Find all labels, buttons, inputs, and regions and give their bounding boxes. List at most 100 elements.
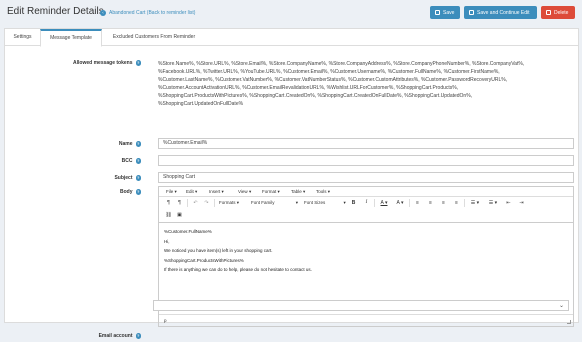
font-sizes-label: Font Sizes bbox=[304, 200, 326, 205]
tab-message-template[interactable]: Message Template bbox=[40, 29, 102, 47]
back-link[interactable]: ‹ Abandoned Cart (Back to reminder list) bbox=[100, 9, 196, 16]
numbered-list-icon[interactable]: ☰ ▾ bbox=[486, 198, 500, 208]
menu-table[interactable]: Table ▾ bbox=[291, 187, 305, 197]
link-icon[interactable]: ⛓ bbox=[164, 210, 173, 220]
bullet-list-icon[interactable]: ☰ ▾ bbox=[468, 198, 482, 208]
outdent-icon[interactable]: ⇤ bbox=[504, 198, 513, 208]
bcc-label-text: BCC bbox=[121, 158, 133, 164]
allowed-tokens-list: %Store.Name%, %Store.URL%, %Store.Email%… bbox=[158, 60, 576, 108]
toolbar-separator bbox=[214, 199, 215, 207]
page-title: Edit Reminder Details bbox=[7, 6, 104, 17]
menu-view[interactable]: View ▾ bbox=[238, 187, 251, 197]
bcc-field[interactable] bbox=[158, 155, 574, 166]
content-line: %Customer.FullName% bbox=[164, 229, 212, 234]
tab-settings[interactable]: Settings bbox=[8, 29, 37, 46]
align-right-icon[interactable]: ≡ bbox=[439, 198, 448, 208]
menu-table-label: Table bbox=[291, 189, 302, 194]
redo-icon[interactable]: ↷ bbox=[202, 198, 211, 208]
content-line: Hi, bbox=[164, 238, 170, 244]
toolbar-separator bbox=[409, 199, 410, 207]
page-header: Edit Reminder Details ‹ Abandoned Cart (… bbox=[0, 0, 582, 26]
tab-bar: Settings Message Template Excluded Custo… bbox=[5, 29, 578, 47]
tab-excluded-customers[interactable]: Excluded Customers From Reminder bbox=[105, 29, 203, 46]
menu-view-label: View bbox=[238, 189, 248, 194]
token-line: %ShoppingCart.UpdatedOnFullDate% bbox=[158, 101, 244, 107]
toolbar-separator bbox=[187, 199, 188, 207]
body-label: Body ? bbox=[120, 189, 141, 195]
token-line: %Customer.LastName%, %Customer.VatNumber… bbox=[158, 77, 508, 83]
rtl-icon[interactable]: ¶ bbox=[175, 198, 184, 208]
save-button[interactable]: Save bbox=[430, 6, 460, 19]
menu-edit[interactable]: Edit ▾ bbox=[186, 187, 197, 197]
help-icon[interactable]: ? bbox=[135, 175, 141, 181]
toolbar-separator bbox=[374, 199, 375, 207]
font-sizes-select[interactable]: Font Sizes ▾ bbox=[304, 198, 346, 208]
help-icon[interactable]: ? bbox=[135, 60, 141, 66]
align-justify-icon[interactable]: ≡ bbox=[452, 198, 461, 208]
delete-button[interactable]: Delete bbox=[541, 6, 575, 19]
resize-handle-icon[interactable] bbox=[567, 320, 571, 324]
align-left-icon[interactable]: ≡ bbox=[413, 198, 422, 208]
help-icon[interactable]: ? bbox=[135, 141, 141, 147]
name-field[interactable]: %Customer.Email% bbox=[158, 138, 574, 149]
subject-field[interactable]: Shopping Cart bbox=[158, 172, 574, 183]
background-color-icon[interactable]: A ▾ bbox=[394, 198, 406, 208]
back-link-label: Abandoned Cart (Back to reminder list) bbox=[109, 9, 196, 16]
menu-insert[interactable]: Insert ▾ bbox=[209, 187, 224, 197]
trash-icon bbox=[546, 10, 551, 15]
tokens-label: Allowed message tokens ? bbox=[73, 60, 141, 66]
content-line: %ShoppingCart.ProductsWithPictures% bbox=[164, 257, 244, 263]
editor-menubar: File ▾ Edit ▾ Insert ▾ View ▾ Format ▾ T… bbox=[159, 187, 573, 197]
save-continue-label: Save and Continue Edit bbox=[477, 9, 530, 16]
menu-format-label: Format bbox=[262, 189, 277, 194]
ltr-icon[interactable]: ¶ bbox=[164, 198, 173, 208]
subject-label: Subject ? bbox=[114, 175, 141, 181]
bold-icon[interactable]: B bbox=[349, 198, 358, 208]
help-icon[interactable]: ? bbox=[135, 333, 141, 339]
editor-statusbar: p bbox=[159, 314, 573, 326]
floppy-disk-icon bbox=[435, 10, 440, 15]
menu-format[interactable]: Format ▾ bbox=[262, 187, 280, 197]
tokens-label-text: Allowed message tokens bbox=[73, 60, 133, 66]
menu-tools[interactable]: Tools ▾ bbox=[316, 187, 330, 197]
save-and-continue-button[interactable]: Save and Continue Edit bbox=[464, 6, 537, 19]
editor-toolbar: ¶ ¶ ↶ ↷ Formats ▾ Font Family ▾ Font Siz… bbox=[159, 197, 573, 223]
arrow-left-circle-icon: ‹ bbox=[100, 9, 106, 16]
formats-label: Formats bbox=[219, 200, 236, 205]
text-color-icon[interactable]: A ▾ bbox=[378, 198, 390, 208]
name-label: Name ? bbox=[119, 141, 141, 147]
help-icon[interactable]: ? bbox=[135, 189, 141, 195]
menu-file-label: File bbox=[166, 189, 174, 194]
subject-label-text: Subject bbox=[114, 175, 133, 181]
align-center-icon[interactable]: ≡ bbox=[426, 198, 435, 208]
token-line: %Facebook.URL%, %Twitter.URL%, %YouTube.… bbox=[158, 69, 500, 75]
content-line: If there is anything we can do to help, … bbox=[164, 267, 312, 272]
chevron-down-icon: ⌄ bbox=[558, 303, 564, 309]
token-line: %Store.Name%, %Store.URL%, %Store.Email%… bbox=[158, 61, 525, 67]
content-line: We noticed you have item(s) left in your… bbox=[164, 248, 273, 253]
element-path[interactable]: p bbox=[164, 318, 167, 323]
menu-tools-label: Tools bbox=[316, 189, 327, 194]
menu-insert-label: Insert bbox=[209, 189, 221, 194]
save-button-label: Save bbox=[443, 9, 455, 16]
menu-edit-label: Edit bbox=[186, 189, 194, 194]
chevron-down-icon: ▾ bbox=[295, 200, 299, 205]
italic-icon[interactable]: I bbox=[362, 198, 371, 208]
chevron-down-icon: ▾ bbox=[343, 200, 346, 205]
delete-button-label: Delete bbox=[554, 9, 569, 16]
menu-file[interactable]: File ▾ bbox=[166, 187, 177, 197]
font-family-select[interactable]: Font Family ▾ bbox=[251, 198, 298, 208]
reminder-card: Settings Message Template Excluded Custo… bbox=[4, 28, 579, 339]
bcc-label: BCC ? bbox=[122, 158, 141, 164]
token-line: %ShoppingCart.ProductsWithPictures%, %Sh… bbox=[158, 93, 473, 99]
image-icon[interactable]: ▣ bbox=[175, 210, 184, 220]
formats-select[interactable]: Formats ▾ bbox=[219, 198, 239, 208]
email-account-select[interactable]: ⌄ bbox=[153, 300, 569, 311]
indent-icon[interactable]: ⇥ bbox=[517, 198, 526, 208]
body-label-text: Body bbox=[120, 189, 133, 195]
email-account-label: Email account ? bbox=[99, 333, 141, 339]
name-label-text: Name bbox=[118, 141, 133, 147]
help-icon[interactable]: ? bbox=[135, 158, 141, 164]
undo-icon[interactable]: ↶ bbox=[191, 198, 200, 208]
floppy-disk-icon bbox=[469, 10, 474, 15]
